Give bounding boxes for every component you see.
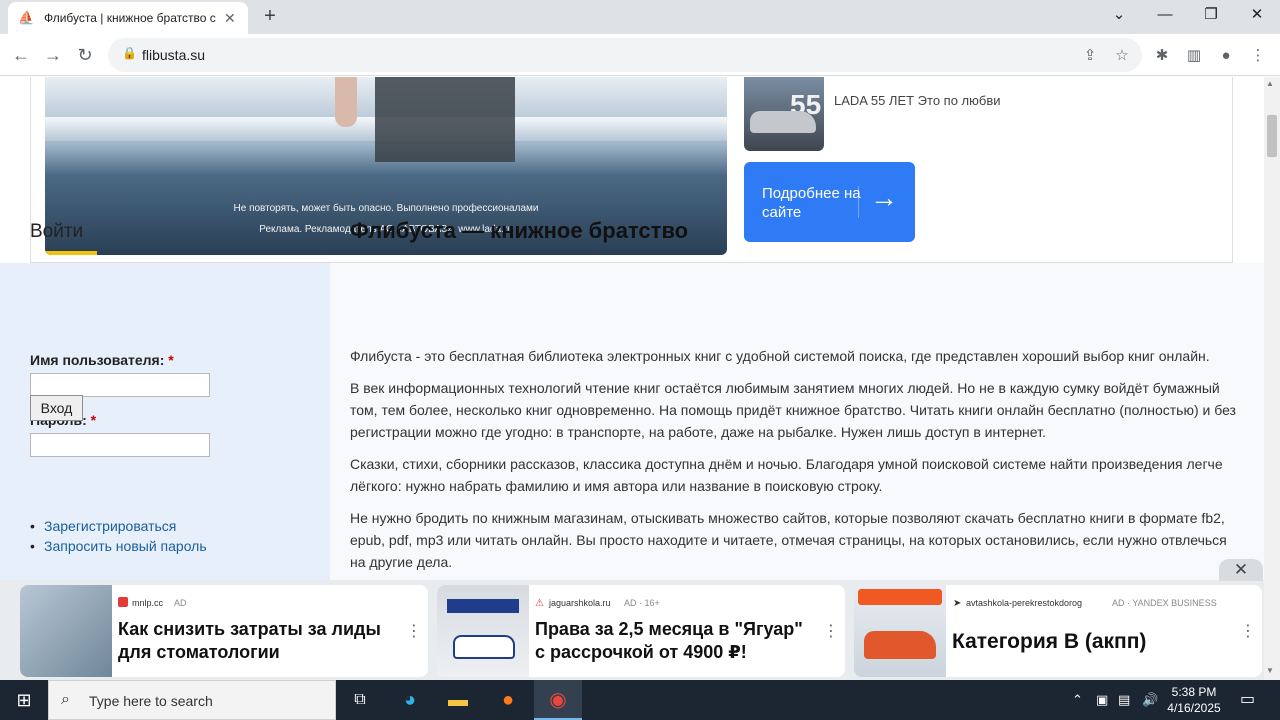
required-mark: * <box>90 412 97 428</box>
list-bullet: • <box>30 538 35 554</box>
profile-avatar-icon[interactable]: ● <box>1215 45 1237 67</box>
more-button-label: Подробнее на сайте <box>762 185 861 221</box>
ad-menu-kebab-icon[interactable]: ⋮ <box>823 621 839 641</box>
list-bullet: • <box>30 518 35 534</box>
reload-button[interactable]: ↻ <box>72 42 98 68</box>
address-bar[interactable] <box>108 38 1142 72</box>
ad-tag: AD · 16+ <box>624 598 660 608</box>
username-label: Имя пользователя: * <box>30 352 174 368</box>
car-shape <box>453 635 515 659</box>
username-input[interactable] <box>30 373 210 397</box>
scroll-up-icon[interactable]: ▲ <box>1266 79 1274 88</box>
windows-start-icon[interactable]: ⊞ <box>0 680 48 720</box>
paragraph-3: Сказки, стихи, сборники рассказов, класс… <box>350 456 1223 494</box>
restore-button[interactable]: ❐ <box>1188 0 1234 30</box>
notification-icon[interactable]: ▭ <box>1240 689 1255 709</box>
paragraph-1: Флибуста - это бесплатная библиотека эле… <box>350 348 1210 364</box>
ad-domain: mnlp.cc <box>132 598 164 608</box>
scroll-down-icon[interactable]: ▼ <box>1266 666 1274 675</box>
ad-menu-kebab-icon[interactable]: ⋮ <box>406 621 422 641</box>
car-thumbnail[interactable]: 55 <box>744 77 824 151</box>
close-window-button[interactable]: ✕ <box>1234 0 1280 30</box>
side-panel-icon[interactable]: ▥ <box>1183 45 1205 67</box>
extensions-puzzle-icon[interactable]: ✱ <box>1151 45 1173 67</box>
scrollbar-thumb[interactable] <box>1267 115 1277 157</box>
lock-icon[interactable]: 🔒 <box>122 46 137 60</box>
page-scrollbar[interactable] <box>1264 77 1280 680</box>
school-logo-banner <box>858 589 942 605</box>
password-input[interactable] <box>30 433 210 457</box>
person-legs <box>335 77 357 127</box>
menu-kebab-icon[interactable]: ⋮ <box>1247 45 1269 67</box>
close-ad-button[interactable]: ✕ <box>1219 559 1263 581</box>
minimize-button[interactable]: — <box>1142 0 1188 30</box>
video-disclaimer: Не повторять, может быть опасно. Выполне… <box>233 203 539 214</box>
warning-icon: ⚠ <box>535 598 544 609</box>
ad-source-icon <box>118 597 128 607</box>
file-explorer-icon[interactable]: ▬ <box>434 680 482 720</box>
magnifier-icon: ⌕ <box>61 691 70 708</box>
username-label-text: Имя пользователя: <box>30 352 165 368</box>
ice-hole-bath <box>375 77 515 162</box>
required-mark: * <box>168 352 174 368</box>
ad-menu-kebab-icon[interactable]: ⋮ <box>1240 621 1256 641</box>
location-arrow-icon: ➤ <box>953 598 962 609</box>
ad-card-2[interactable]: ⚠ jaguarshkola.ru AD · 16+ Права за 2,5 … <box>437 585 845 677</box>
chrome-icon[interactable]: ◉ <box>534 680 582 720</box>
taskbar-search-box[interactable]: ⌕ Type here to search <box>48 680 336 720</box>
clock-date: 4/16/2025 <box>1167 701 1221 715</box>
car-image <box>750 111 816 133</box>
back-button[interactable]: ← <box>8 42 34 68</box>
ad-headline: Как снизить затраты за лиды для стоматол… <box>118 619 381 662</box>
ad-card-3[interactable]: ➤ avtashkola-perekrestokdorog AD · YANDE… <box>854 585 1262 677</box>
paragraph-4: Не нужно бродить по книжным магазинам, о… <box>350 510 1227 570</box>
taskbar-clock[interactable]: 5:38 PM 4/16/2025 <box>1158 684 1230 716</box>
button-divider <box>858 186 859 218</box>
login-heading: Войти <box>30 221 84 242</box>
ad-headline: Права за 2,5 месяца в "Ягуар" с рассрочк… <box>535 619 803 662</box>
login-submit-button[interactable]: Вход <box>30 395 83 421</box>
ad-domain: jaguarshkola.ru <box>549 598 611 608</box>
tab-search-chevron-icon[interactable]: ⌄ <box>1096 0 1142 30</box>
tray-device-icon[interactable]: ▣ <box>1096 692 1108 708</box>
search-placeholder: Type here to search <box>89 693 213 709</box>
ship-favicon-icon: ⛵ <box>18 10 35 25</box>
network-icon[interactable]: ▤ <box>1118 692 1130 708</box>
edge-browser-icon[interactable]: ◕ <box>386 680 434 720</box>
lada-ad-text[interactable]: LADA 55 ЛЕТ Это по любви <box>834 93 1001 108</box>
forward-button[interactable]: → <box>40 42 66 68</box>
share-icon[interactable]: ⇪ <box>1079 45 1101 67</box>
close-tab-icon[interactable]: ✕ <box>224 10 236 27</box>
firefox-icon[interactable]: ● <box>484 680 532 720</box>
new-tab-button[interactable]: + <box>258 4 282 28</box>
dentists-image <box>20 585 112 677</box>
car-shape <box>864 631 936 659</box>
ad-card-1[interactable]: mnlp.cc AD Как снизить затраты за лиды д… <box>20 585 428 677</box>
clock-time: 5:38 PM <box>1171 685 1217 699</box>
autoschool-banner <box>447 599 519 613</box>
register-link[interactable]: Зарегистрироваться <box>44 518 176 534</box>
browser-tab[interactable]: ⛵ Флибуста | книжное братство с ✕ <box>8 2 248 34</box>
tab-title: Флибуста | книжное братство с <box>44 11 216 25</box>
ad-tag: AD · YANDEX BUSINESS <box>1112 598 1217 608</box>
video-progress-bar <box>45 251 97 255</box>
ad-domain: avtashkola-perekrestokdorog <box>966 598 1083 608</box>
volume-icon[interactable]: 🔊 <box>1142 692 1158 708</box>
tray-chevron-icon[interactable]: ⌃ <box>1072 692 1083 708</box>
more-on-site-button[interactable]: Подробнее на сайте → <box>744 162 915 242</box>
bookmark-star-icon[interactable]: ☆ <box>1111 45 1133 67</box>
url-text[interactable]: flibusta.su <box>142 47 205 63</box>
task-view-icon[interactable]: ⧉ <box>336 680 384 720</box>
paragraph-2: В век информационных технологий чтение к… <box>350 380 1236 440</box>
reset-password-link[interactable]: Запросить новый пароль <box>44 538 207 554</box>
ad-tag: AD <box>174 598 187 608</box>
arrow-right-icon: → <box>870 182 898 213</box>
page-title: Флибуста — книжное братство <box>350 218 689 243</box>
ad-headline: Категория B (акпп) <box>952 630 1147 653</box>
